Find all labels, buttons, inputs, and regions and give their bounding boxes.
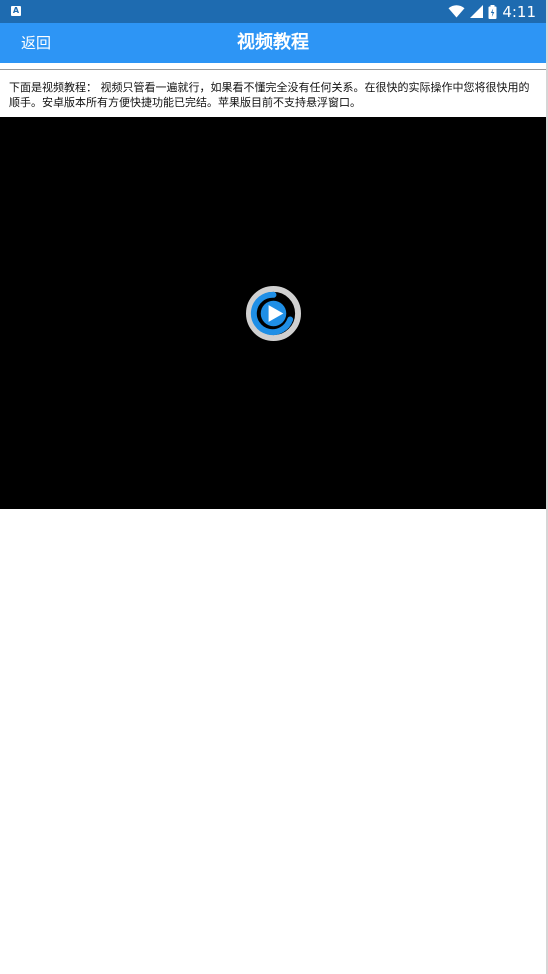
status-bar: A 4:11 [0,0,546,23]
status-icons: 4:11 [448,2,536,21]
app-bar: 视频教程 返回 [0,23,546,63]
play-icon[interactable] [246,286,301,341]
cell-signal-icon [470,5,484,18]
notification-app-icon: A [11,6,21,16]
header-divider [0,69,546,70]
intro-text: 下面是视频教程： 视频只管看一遍就行，如果看不懂完全没有任何关系。在很快的实际操… [9,81,530,109]
battery-icon [488,4,497,19]
back-button[interactable]: 返回 [21,23,51,63]
status-time: 4:11 [502,2,536,21]
page-title: 视频教程 [237,32,309,53]
wifi-icon [448,5,465,18]
